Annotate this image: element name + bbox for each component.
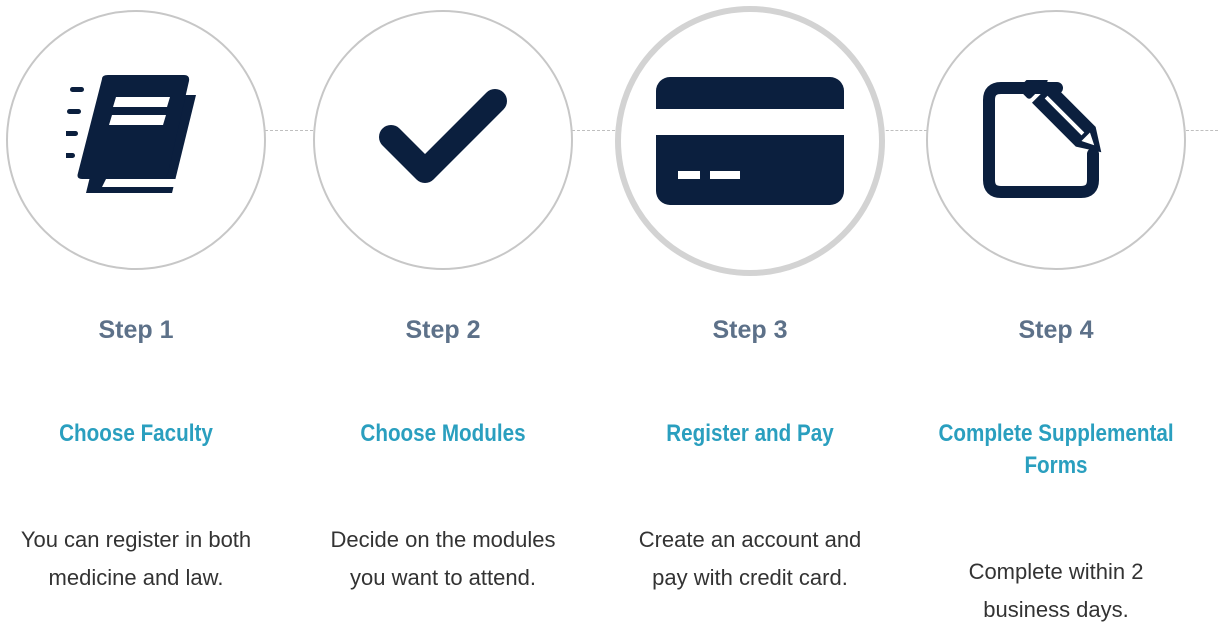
step-connector	[881, 130, 927, 131]
step-4-title: Complete Supplemental Forms	[938, 420, 1174, 479]
step-connector	[572, 130, 620, 131]
step-2-circle	[313, 10, 573, 270]
step-1-description: You can register in both medicine and la…	[20, 527, 252, 590]
edit-form-icon	[983, 80, 1102, 198]
credit-card-icon	[656, 77, 844, 205]
book-icon	[66, 75, 196, 193]
step-connector	[1186, 130, 1218, 131]
step-2-title: Choose Modules	[360, 420, 526, 447]
step-2-description: Decide on the modules you want to attend…	[330, 527, 556, 590]
step-1-circle	[6, 10, 266, 270]
step-1-title: Choose Faculty	[59, 420, 213, 447]
step-4-label: Step 4	[1018, 316, 1094, 344]
step-connector	[265, 130, 313, 131]
step-3-circle	[615, 6, 885, 276]
step-3-title: Register and Pay	[666, 420, 834, 447]
step-2-label: Step 2	[405, 316, 481, 344]
step-3-label: Step 3	[712, 316, 788, 344]
step-4-description: Complete within 2 business days.	[968, 559, 1144, 622]
step-1-label: Step 1	[98, 316, 174, 344]
step-3-description: Create an account and pay with credit ca…	[638, 527, 862, 590]
step-4-circle	[926, 10, 1186, 270]
checkmark-icon	[379, 89, 507, 183]
